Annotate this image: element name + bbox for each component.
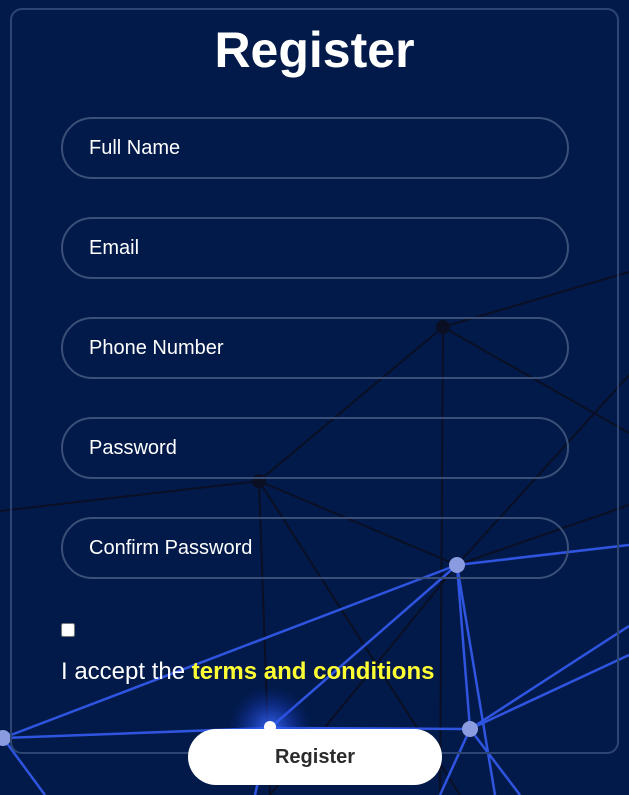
confirm-password-input[interactable] [61, 517, 569, 579]
register-button[interactable]: Register [188, 729, 442, 785]
terms-link[interactable]: terms and conditions [192, 658, 435, 685]
page-title: Register [214, 22, 415, 78]
email-input[interactable] [61, 217, 569, 279]
terms-checkbox[interactable] [61, 623, 75, 637]
full-name-input[interactable] [61, 117, 569, 179]
terms-label: I accept the terms and conditions [61, 658, 434, 686]
password-input[interactable] [61, 417, 569, 479]
phone-number-input[interactable] [61, 317, 569, 379]
terms-prefix: I accept the [61, 658, 192, 685]
